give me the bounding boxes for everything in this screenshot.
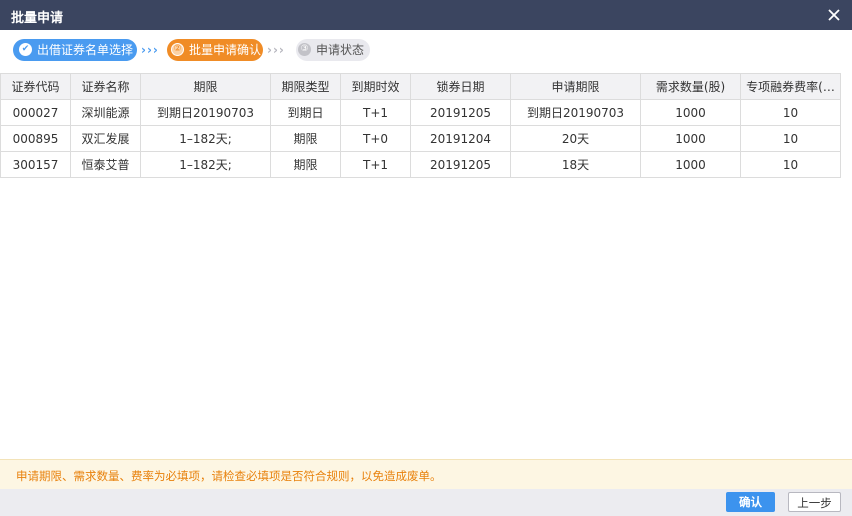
cell-code: 000895	[0, 125, 71, 152]
previous-step-button[interactable]: 上一步	[788, 492, 841, 512]
application-table: 证券代码 证券名称 期限 期限类型 到期时效 锁券日期 申请期限 需求数量(股)…	[0, 73, 841, 178]
step-separator-icon: ›››	[267, 43, 285, 57]
notice-text: 申请期限、需求数量、费率为必填项，请检查必填项是否符合规则，以免造成废单。	[16, 469, 442, 483]
close-icon[interactable]	[824, 5, 844, 25]
cell-lock-date: 20191204	[410, 125, 511, 152]
table-row[interactable]: 300157 恒泰艾普 1–182天; 期限 T+1 20191205 18天 …	[0, 151, 841, 178]
step-status[interactable]: ③ 申请状态	[296, 39, 370, 61]
step-number: ②	[171, 43, 184, 56]
column-header[interactable]: 证券名称	[70, 73, 141, 100]
cell-rate[interactable]: 10	[740, 99, 841, 126]
cell-rate[interactable]: 10	[740, 151, 841, 178]
column-header[interactable]: 专项融券费率(…	[740, 73, 841, 100]
cell-name: 恒泰艾普	[70, 151, 141, 178]
column-header[interactable]: 到期时效	[340, 73, 411, 100]
dialog-footer: 确认 上一步	[0, 489, 852, 516]
column-header[interactable]: 期限类型	[270, 73, 341, 100]
step-separator-icon: ›››	[141, 43, 159, 57]
cell-name: 双汇发展	[70, 125, 141, 152]
cell-term-type: 期限	[270, 125, 341, 152]
cell-apply-term[interactable]: 20天	[510, 125, 641, 152]
column-header[interactable]: 需求数量(股)	[640, 73, 741, 100]
cell-quantity[interactable]: 1000	[640, 151, 741, 178]
cell-lock-date: 20191205	[410, 99, 511, 126]
cell-quantity[interactable]: 1000	[640, 99, 741, 126]
cell-settlement: T+1	[340, 99, 411, 126]
cell-code: 300157	[0, 151, 71, 178]
table-header-row: 证券代码 证券名称 期限 期限类型 到期时效 锁券日期 申请期限 需求数量(股)…	[0, 73, 841, 100]
column-header[interactable]: 锁券日期	[410, 73, 511, 100]
confirm-button[interactable]: 确认	[726, 492, 775, 512]
step-indicator: ✔ 出借证券名单选择 ››› ② 批量申请确认 ››› ③ 申请状态	[13, 39, 373, 61]
column-header[interactable]: 证券代码	[0, 73, 71, 100]
cell-term-type: 期限	[270, 151, 341, 178]
step-label: 出借证券名单选择	[37, 43, 134, 57]
step-select-list[interactable]: ✔ 出借证券名单选择	[13, 39, 137, 61]
column-header[interactable]: 申请期限	[510, 73, 641, 100]
step-label: 批量申请确认	[189, 43, 262, 57]
cell-term-type: 到期日	[270, 99, 341, 126]
dialog-titlebar: 批量申请	[0, 0, 852, 30]
step-label: 申请状态	[316, 43, 365, 57]
cell-term: 1–182天;	[140, 125, 271, 152]
table-row[interactable]: 000027 深圳能源 到期日20190703 到期日 T+1 20191205…	[0, 99, 841, 126]
check-icon: ✔	[19, 43, 32, 56]
cell-settlement: T+0	[340, 125, 411, 152]
table-row[interactable]: 000895 双汇发展 1–182天; 期限 T+0 20191204 20天 …	[0, 125, 841, 152]
cell-settlement: T+1	[340, 151, 411, 178]
cell-quantity[interactable]: 1000	[640, 125, 741, 152]
step-confirm[interactable]: ② 批量申请确认	[167, 39, 263, 61]
column-header[interactable]: 期限	[140, 73, 271, 100]
cell-apply-term[interactable]: 到期日20190703	[510, 99, 641, 126]
validation-notice: 申请期限、需求数量、费率为必填项，请检查必填项是否符合规则，以免造成废单。	[0, 459, 852, 489]
cell-lock-date: 20191205	[410, 151, 511, 178]
cell-apply-term[interactable]: 18天	[510, 151, 641, 178]
cell-code: 000027	[0, 99, 71, 126]
cell-rate[interactable]: 10	[740, 125, 841, 152]
cell-term: 到期日20190703	[140, 99, 271, 126]
cell-name: 深圳能源	[70, 99, 141, 126]
dialog-title: 批量申请	[11, 11, 64, 26]
cell-term: 1–182天;	[140, 151, 271, 178]
step-number: ③	[298, 43, 311, 56]
